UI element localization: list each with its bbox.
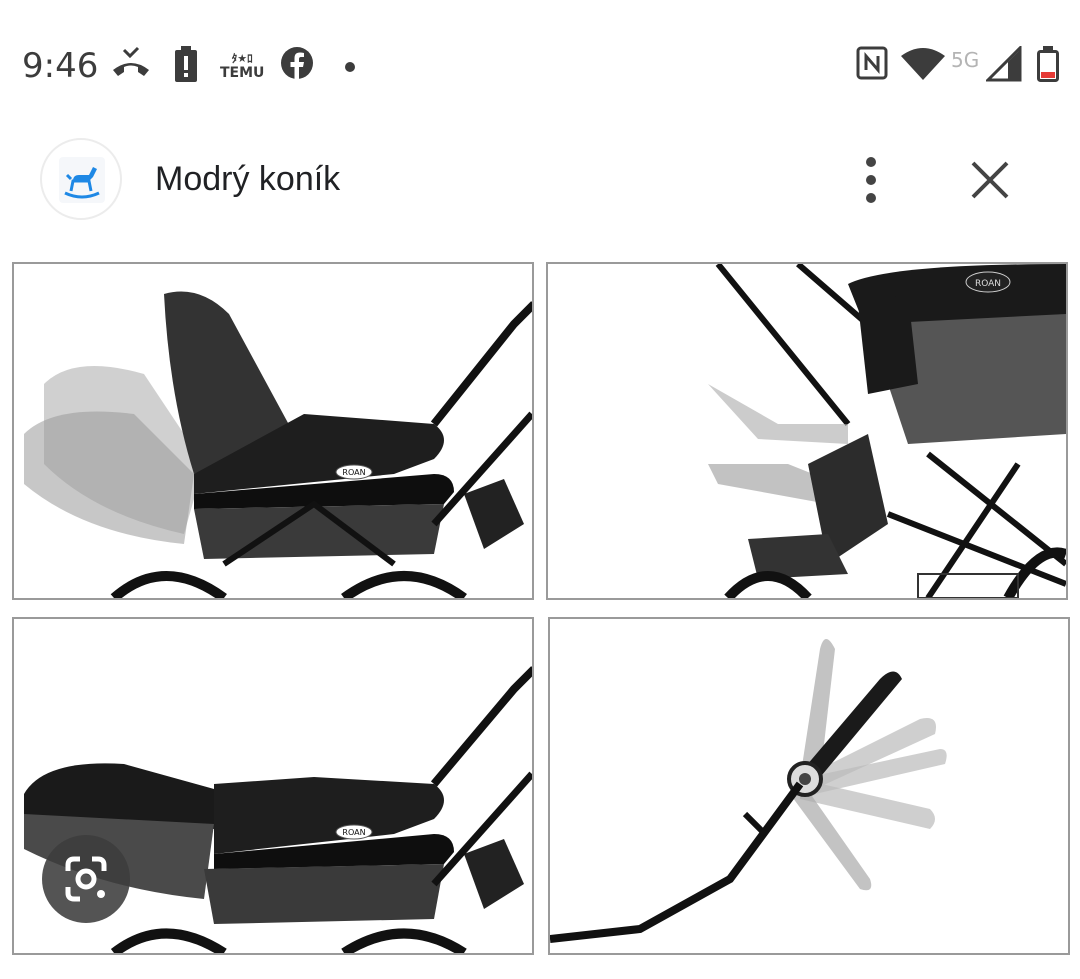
image-panel-footrest[interactable]: ROAN bbox=[546, 262, 1068, 600]
rocking-horse-icon bbox=[64, 167, 100, 199]
more-vert-icon bbox=[866, 157, 876, 203]
network-type-label: 5G bbox=[951, 48, 980, 72]
site-favicon bbox=[40, 138, 122, 220]
close-button[interactable] bbox=[960, 150, 1020, 210]
battery-alert-icon bbox=[174, 46, 198, 87]
google-lens-button[interactable] bbox=[42, 835, 130, 923]
temu-app-icon: ﾀ★ﾛ TEMU bbox=[220, 52, 265, 81]
more-options-button[interactable] bbox=[846, 150, 896, 210]
roan-logo: ROAN bbox=[975, 279, 1001, 289]
image-panel-backrest[interactable]: ROAN bbox=[12, 262, 534, 600]
close-icon bbox=[971, 161, 1009, 199]
image-panel-handle[interactable] bbox=[548, 617, 1070, 955]
roan-logo: ROAN bbox=[342, 468, 365, 477]
missed-call-icon bbox=[110, 46, 152, 87]
sheet-header: Modrý koník bbox=[0, 130, 1080, 240]
facebook-icon bbox=[280, 46, 314, 85]
signal-icon bbox=[984, 44, 1022, 87]
site-title: Modrý koník bbox=[155, 160, 341, 198]
battery-low-icon bbox=[1036, 46, 1060, 87]
google-lens-icon bbox=[65, 856, 107, 902]
wifi-icon bbox=[900, 46, 946, 87]
status-bar: 9:46 ﾀ★ﾛ TEMU 5G bbox=[0, 0, 1080, 130]
nfc-icon bbox=[856, 46, 888, 85]
status-time: 9:46 bbox=[22, 46, 99, 86]
notification-dot-icon bbox=[345, 62, 355, 72]
roan-logo: ROAN bbox=[342, 828, 365, 837]
